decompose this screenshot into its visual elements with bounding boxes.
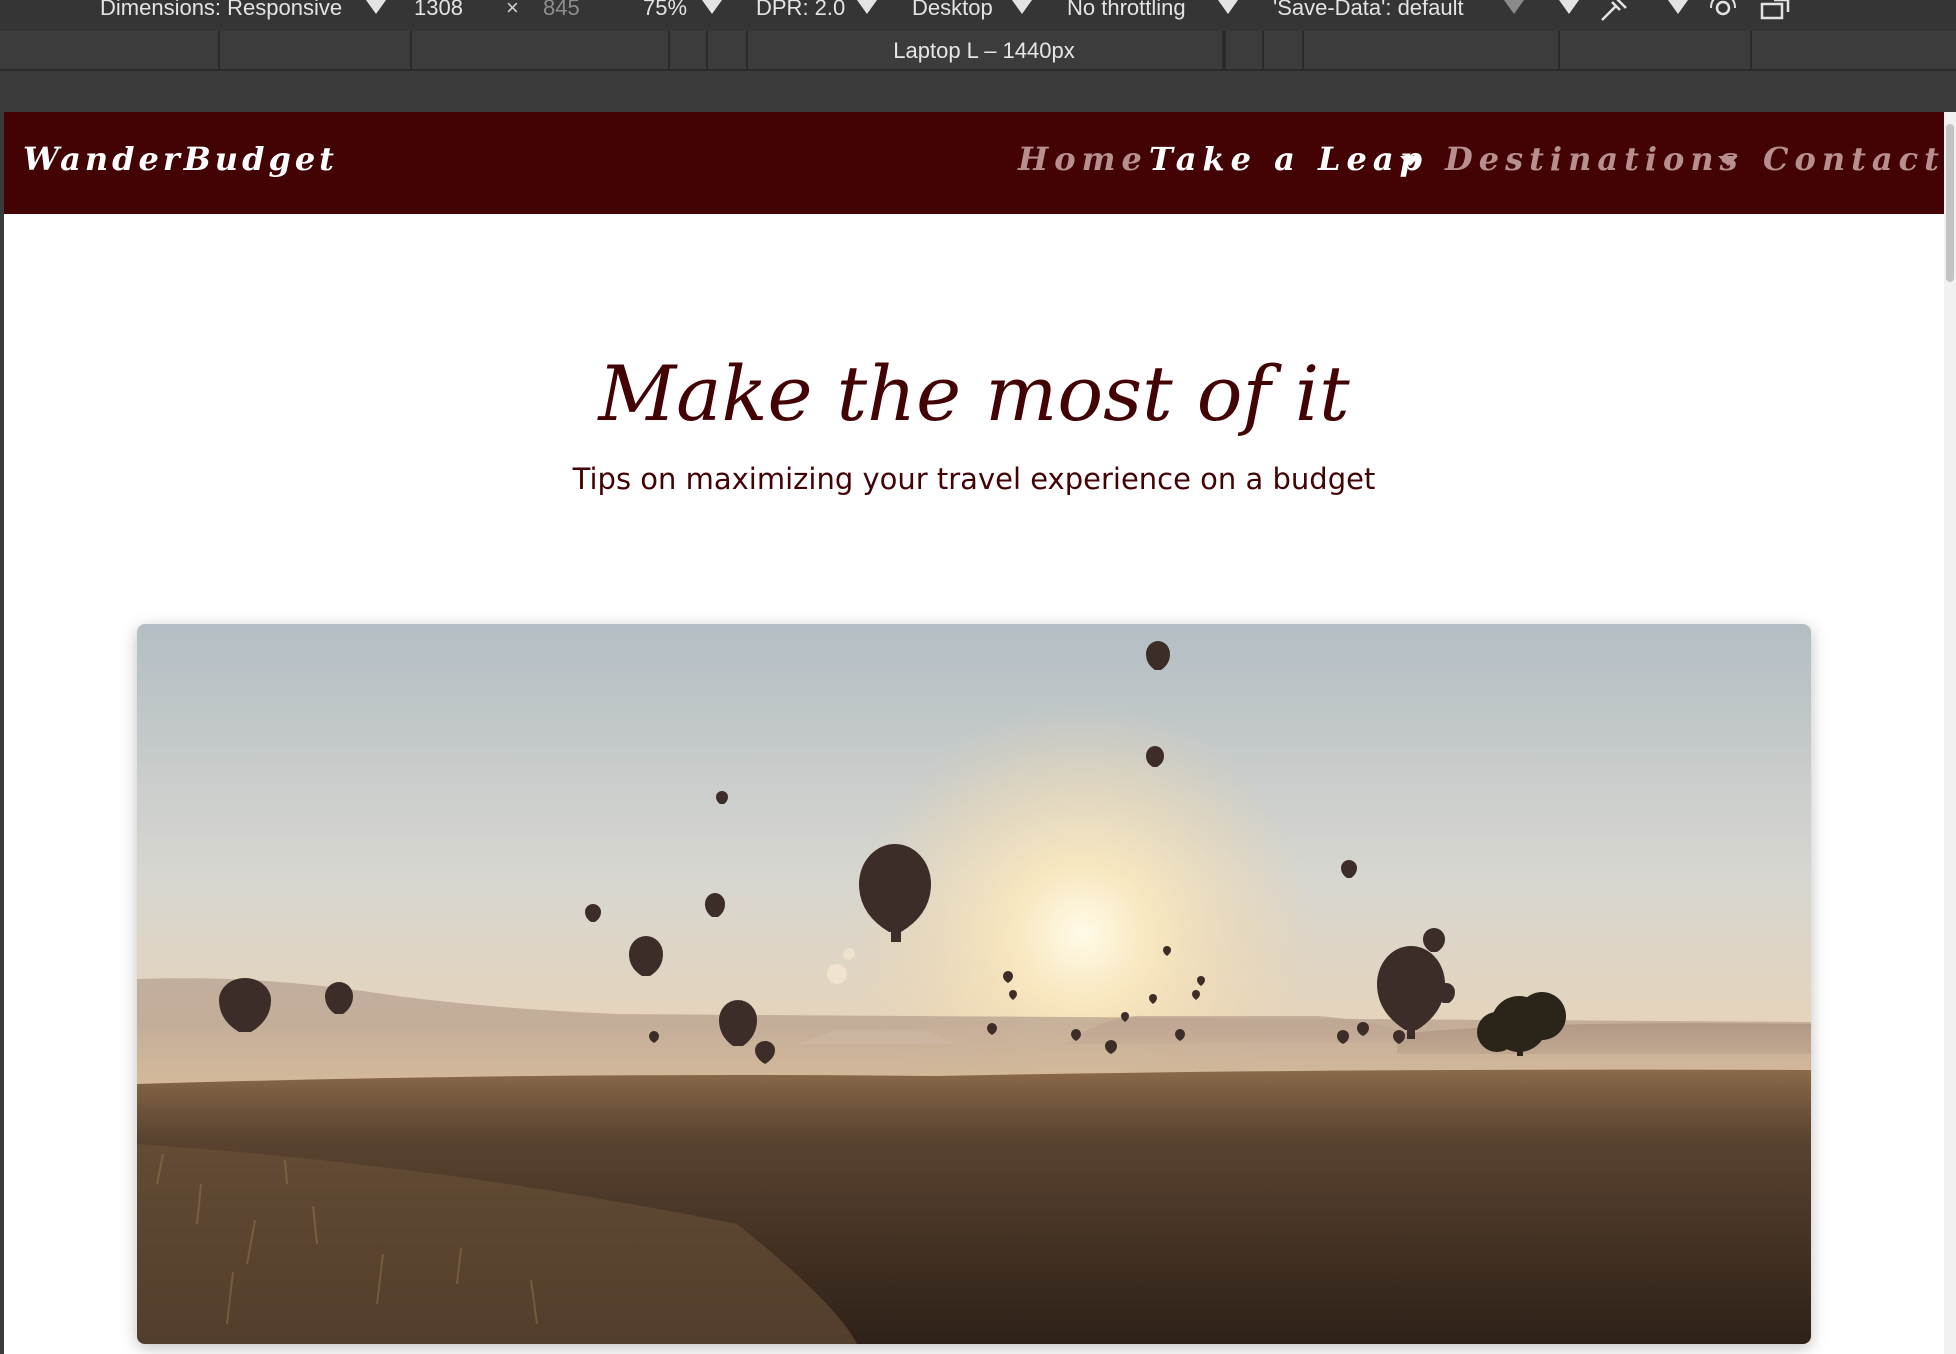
save-data-select[interactable]: 'Save-Data': default bbox=[1273, 0, 1464, 22]
chevron-down-icon[interactable] bbox=[1012, 0, 1032, 14]
width-input[interactable]: 1308 bbox=[414, 0, 463, 22]
throttling-select[interactable]: No throttling bbox=[1067, 0, 1186, 22]
chevron-down-icon[interactable] bbox=[366, 0, 386, 14]
scrollbar-thumb[interactable] bbox=[1946, 124, 1954, 282]
zoom-select[interactable]: 75% bbox=[643, 0, 687, 22]
toolbar-gap bbox=[0, 71, 1956, 112]
chevron-down-icon[interactable] bbox=[1400, 156, 1420, 166]
chevron-down-icon[interactable] bbox=[1504, 0, 1524, 14]
chevron-down-icon[interactable] bbox=[1668, 0, 1688, 14]
nav-contact[interactable]: Contact bbox=[1763, 140, 1944, 178]
hero-image-hot-air-balloons bbox=[137, 624, 1811, 1344]
chevron-down-icon[interactable] bbox=[857, 0, 877, 14]
device-type-select[interactable]: Desktop bbox=[912, 0, 993, 22]
devtools-device-toolbar: Dimensions: Responsive 1308 × 845 75% DP… bbox=[0, 0, 1956, 32]
chevron-down-icon[interactable] bbox=[1718, 156, 1738, 166]
media-query-ruler[interactable]: Laptop L – 1440px bbox=[0, 31, 1956, 71]
page-scrollbar[interactable] bbox=[1944, 112, 1956, 1354]
hero-subtitle: Tips on maximizing your travel experienc… bbox=[572, 462, 1376, 496]
rotate-icon[interactable] bbox=[1760, 0, 1794, 20]
page-viewport: WanderBudget Home Take a Leap Destinatio… bbox=[4, 112, 1944, 1354]
height-input[interactable]: 845 bbox=[543, 0, 580, 22]
times-icon: × bbox=[506, 0, 519, 20]
hero-title: Make the most of it bbox=[598, 349, 1350, 438]
nav-take-a-leap[interactable]: Take a Leap bbox=[1149, 140, 1428, 178]
brand-logo[interactable]: WanderBudget bbox=[23, 140, 338, 178]
site-navbar: WanderBudget Home Take a Leap Destinatio… bbox=[4, 112, 1944, 214]
ruler-label: Laptop L – 1440px bbox=[893, 38, 1075, 63]
nav-home[interactable]: Home bbox=[1018, 140, 1148, 178]
dpr-select[interactable]: DPR: 2.0 bbox=[756, 0, 845, 22]
chevron-down-icon[interactable] bbox=[1559, 0, 1579, 14]
dimensions-select[interactable]: Dimensions: Responsive bbox=[100, 0, 342, 22]
eyedropper-icon[interactable] bbox=[1598, 0, 1628, 22]
sensor-icon[interactable] bbox=[1707, 0, 1739, 20]
nav-destinations[interactable]: Destinations bbox=[1445, 140, 1744, 178]
chevron-down-icon[interactable] bbox=[702, 0, 722, 14]
chevron-down-icon[interactable] bbox=[1218, 0, 1238, 14]
